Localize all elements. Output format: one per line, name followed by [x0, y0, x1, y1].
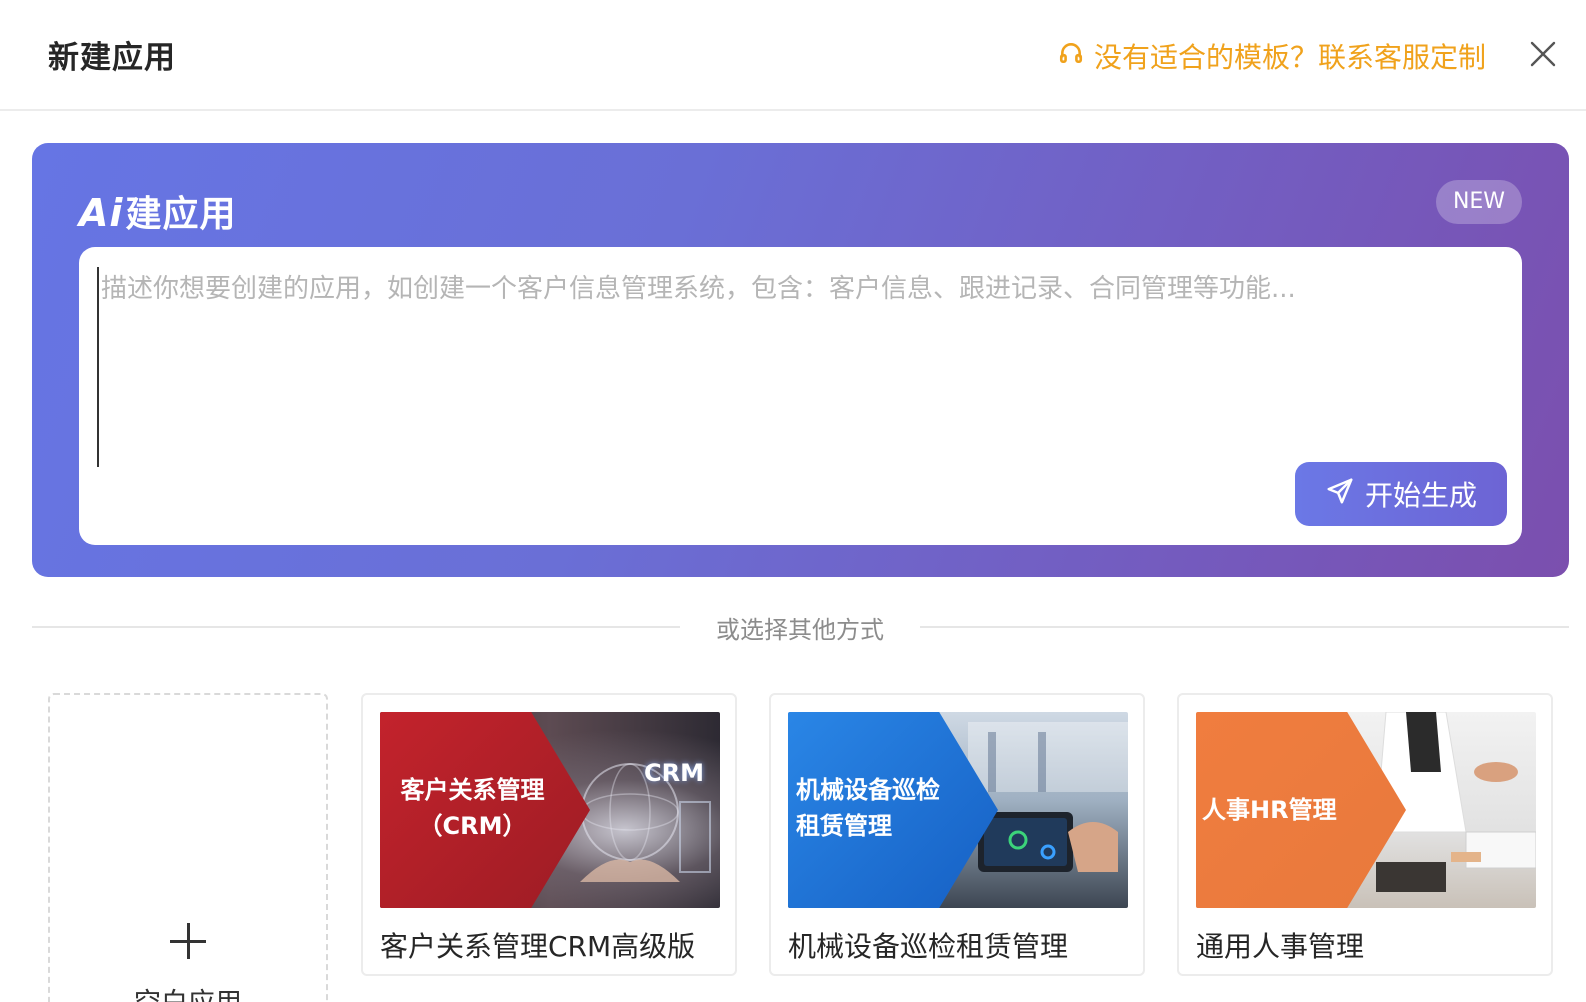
ai-builder-panel: Ai 建应用 NEW 开始生成: [32, 143, 1569, 577]
divider-text: 或选择其他方式: [716, 616, 884, 644]
start-generate-button[interactable]: 开始生成: [1295, 462, 1507, 526]
send-icon: [1325, 476, 1355, 513]
template-name-machinery: 机械设备巡检租赁管理: [788, 930, 1069, 963]
app-description-input[interactable]: [97, 267, 1497, 467]
template-thumbnail-hr: 人事HR管理: [1196, 712, 1536, 908]
prompt-box: 开始生成: [79, 247, 1522, 545]
headset-icon: [1058, 40, 1084, 73]
contact-support-text: 没有适合的模板？联系客服定制: [1094, 41, 1487, 74]
new-app-dialog: 新建应用 没有适合的模板？联系客服定制 Ai 建应用 NEW 描述你想要创建的应…: [0, 0, 1586, 1002]
template-card-hr[interactable]: 人事HR管理 通用人事管理: [1177, 693, 1553, 976]
template-image-text-crm: 客户关系管理 （CRM）: [400, 776, 545, 840]
divider-line-right: [920, 626, 1569, 628]
template-card-machinery[interactable]: 机械设备巡检 租赁管理 机械设备巡检租赁管理: [769, 693, 1145, 976]
template-image-badge-crm: CRM: [644, 759, 704, 787]
blank-app-card[interactable]: 空白应用: [48, 693, 328, 1002]
blank-app-label: 空白应用: [50, 981, 326, 1002]
template-name-hr: 通用人事管理: [1196, 930, 1365, 963]
template-thumbnail-crm: 客户关系管理 （CRM） CRM: [380, 712, 720, 908]
dialog-title: 新建应用: [48, 40, 176, 76]
contact-support-link[interactable]: 没有适合的模板？联系客服定制: [1058, 36, 1486, 76]
template-card-crm[interactable]: 客户关系管理 （CRM） CRM 客户关系管理CRM高级版: [361, 693, 737, 976]
ai-logo-mark: Ai: [79, 191, 124, 235]
template-image-text-hr: 人事HR管理: [1202, 796, 1337, 824]
new-badge: NEW: [1436, 180, 1522, 224]
template-name-crm: 客户关系管理CRM高级版: [380, 930, 696, 963]
close-button[interactable]: [1528, 39, 1558, 69]
divider-line-left: [32, 626, 680, 628]
plus-icon: [170, 923, 206, 959]
ai-builder-title-text: 建应用: [125, 194, 237, 235]
close-icon: [1528, 41, 1558, 73]
dialog-header: 新建应用 没有适合的模板？联系客服定制: [0, 0, 1586, 111]
template-thumbnail-machinery: 机械设备巡检 租赁管理: [788, 712, 1128, 908]
ai-builder-title: Ai 建应用: [79, 185, 236, 237]
start-generate-label: 开始生成: [1364, 479, 1477, 512]
template-image-text-machinery: 机械设备巡检 租赁管理: [796, 776, 940, 840]
